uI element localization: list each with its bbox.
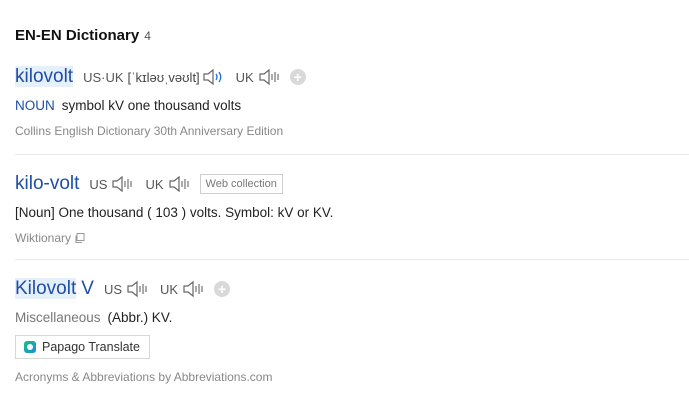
speaker-icon[interactable]: [202, 68, 226, 86]
speaker-icon[interactable]: [168, 175, 192, 193]
pron-label: US: [89, 176, 108, 192]
pronunciation-us: US: [89, 175, 135, 193]
papago-translate-button[interactable]: Papago Translate: [15, 335, 150, 359]
section-title: EN-EN Dictionary 4: [15, 27, 151, 44]
web-collection-tag: Web collection: [199, 174, 283, 194]
dictionary-entry-1: kilovolt US·UK [ˈkɪləʊˌvəʊlt] UK + NOUN …: [15, 65, 689, 138]
pron-label: UK: [235, 69, 254, 85]
entry-divider: [15, 259, 689, 260]
headword-link[interactable]: kilovolt: [15, 66, 74, 88]
source-text: Wiktionary: [15, 231, 72, 245]
pronunciation-uk: UK: [145, 175, 191, 193]
definition-text: symbol kV one thousand volts: [61, 98, 242, 113]
pronunciation-uk: UK: [236, 68, 282, 86]
ipa-text: [ˈkɪləʊˌvəʊlt]: [127, 69, 200, 85]
plus-icon[interactable]: +: [289, 69, 306, 85]
speaker-icon[interactable]: [258, 68, 282, 86]
speaker-icon[interactable]: [126, 280, 150, 298]
source-line: Acronyms & Abbreviations by Abbreviation…: [15, 370, 689, 384]
definition-row: Miscellaneous (Abbr.) KV.: [15, 310, 689, 325]
headword-link[interactable]: kilo-volt: [15, 173, 79, 195]
pron-label: US·UK: [83, 69, 124, 85]
definition-text: [Noun] One thousand ( 103 ) volts. Symbo…: [15, 205, 334, 220]
pronunciation-uk: UK: [160, 280, 206, 298]
pronunciation-us-uk: US·UK [ˈkɪləʊˌvəʊlt]: [83, 68, 226, 86]
section-count: 4: [144, 29, 151, 43]
pronunciation-us: US: [104, 280, 150, 298]
dictionary-entry-2: kilo-volt US UK Web collection [Noun] On…: [15, 172, 689, 245]
source-text: Acronyms & Abbreviations by Abbreviation…: [15, 370, 273, 384]
section-title-text: EN-EN Dictionary: [15, 27, 140, 44]
definition-row: NOUN symbol kV one thousand volts: [15, 98, 689, 113]
entry-divider: [15, 154, 689, 155]
part-of-speech: Miscellaneous: [15, 310, 101, 325]
pron-label: UK: [145, 176, 164, 192]
source-line: Wiktionary: [15, 231, 689, 245]
speaker-icon[interactable]: [182, 280, 206, 298]
papago-logo-icon: [24, 341, 36, 353]
headword-suffix: V: [81, 278, 94, 299]
copy-icon[interactable]: [74, 232, 86, 244]
pron-label: US: [103, 281, 122, 297]
part-of-speech: NOUN: [15, 98, 55, 113]
dictionary-entry-3: Kilovolt V US UK + Miscellaneous (Abbr.)…: [15, 277, 689, 384]
speaker-icon[interactable]: [111, 175, 135, 193]
definition-text: (Abbr.) KV.: [107, 310, 173, 325]
source-line: Collins English Dictionary 30th Annivers…: [15, 124, 689, 138]
pron-label: UK: [160, 281, 179, 297]
papago-label: Papago Translate: [42, 340, 140, 354]
source-text: Collins English Dictionary 30th Annivers…: [15, 124, 284, 138]
definition-row: [Noun] One thousand ( 103 ) volts. Symbo…: [15, 205, 689, 220]
headword-link[interactable]: Kilovolt: [15, 278, 77, 300]
plus-icon[interactable]: +: [214, 281, 231, 297]
